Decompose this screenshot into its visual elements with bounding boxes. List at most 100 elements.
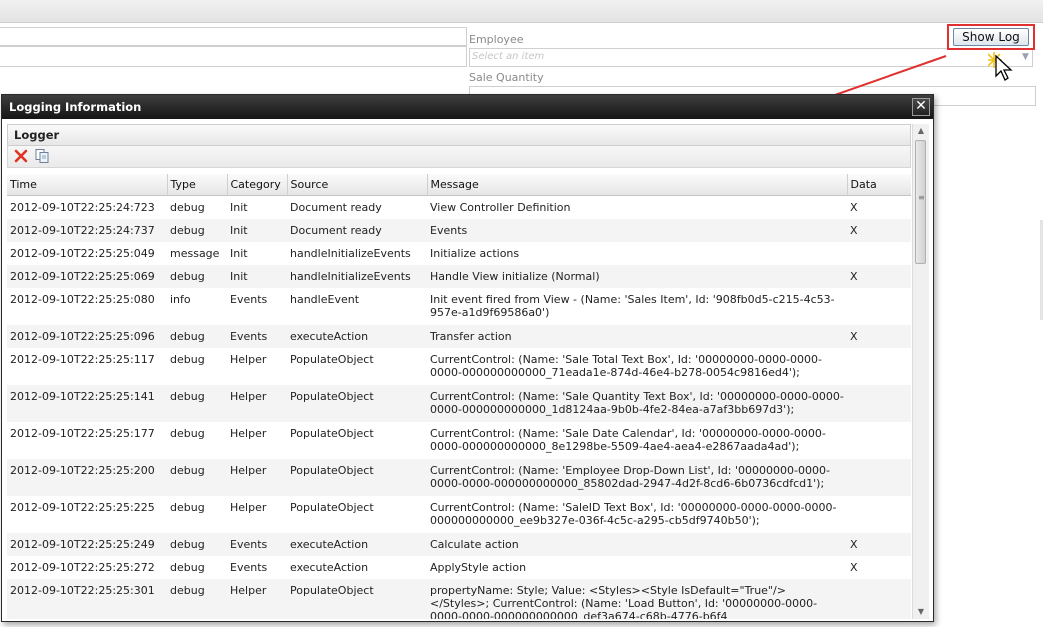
table-row[interactable]: 2012-09-10T22:25:25:200 debug Helper Popula…	[7, 458, 911, 496]
column-header-message[interactable]: Message	[427, 174, 848, 196]
cell-source: Document ready	[290, 201, 382, 214]
cell-time: 2012-09-10T22:25:25:069	[7, 264, 167, 288]
cell-source: Document ready	[287, 218, 427, 242]
table-row[interactable]: 2012-09-10T22:25:24:723 debug Init Document…	[7, 196, 911, 219]
cell-time: 2012-09-10T22:25:25:301	[7, 578, 167, 619]
cell-source: executeAction	[290, 560, 369, 574]
cell-time: 2012-09-10T22:25:24:723	[10, 201, 155, 214]
scrollbar-thumb[interactable]: ≡	[915, 140, 926, 264]
column-header-type[interactable]: Type	[167, 174, 228, 196]
cell-source: PopulateObject	[287, 458, 427, 496]
column-header-data[interactable]: Data	[847, 174, 911, 196]
cell-category: Init	[227, 218, 287, 242]
table-row[interactable]: 2012-09-10T22:25:25:096 debug Events execut…	[7, 324, 911, 348]
table-header-row: Time Type Category Source Message Data	[7, 174, 911, 196]
cell-type: info	[170, 292, 191, 306]
close-icon[interactable]: ✕	[912, 98, 930, 116]
cell-source: PopulateObject	[287, 578, 427, 619]
column-header-time[interactable]: Time	[7, 174, 168, 196]
cell-data	[847, 288, 911, 325]
cell-source: PopulateObject	[287, 384, 427, 422]
cell-type: debug	[170, 352, 205, 366]
cell-message: propertyName: Style; Value: <Styles><Sty…	[427, 578, 847, 619]
cell-message: Initialize actions	[430, 246, 520, 260]
copy-icon[interactable]	[34, 148, 50, 164]
cell-message: View Controller Definition	[430, 201, 571, 214]
cell-category: Init	[230, 201, 248, 214]
table-row[interactable]: 2012-09-10T22:25:25:069 debug Init handleIn…	[7, 264, 911, 288]
table-row[interactable]: 2012-09-10T22:25:25:141 debug Helper Popula…	[7, 384, 911, 422]
delete-icon[interactable]	[13, 148, 29, 164]
table-row[interactable]: 2012-09-10T22:25:25:225 debug Helper Popula…	[7, 496, 911, 533]
cell-type: debug	[170, 500, 205, 514]
cell-type: debug	[167, 532, 227, 556]
cell-source: PopulateObject	[290, 352, 374, 366]
cell-data: X	[847, 324, 911, 348]
cell-source: handleInitializeEvents	[290, 246, 411, 260]
cell-time: 2012-09-10T22:25:25:177	[10, 426, 155, 440]
cell-category: Helper	[227, 578, 287, 619]
cell-time: 2012-09-10T22:25:25:117	[10, 352, 155, 366]
cell-category: Helper	[230, 426, 267, 440]
table-row[interactable]: 2012-09-10T22:25:25:080 info Events handleE…	[7, 288, 911, 325]
cell-data: X	[847, 532, 911, 556]
cell-time: 2012-09-10T22:25:25:225	[10, 500, 155, 514]
cell-category: Helper	[227, 458, 287, 496]
cell-data	[847, 496, 911, 533]
cell-message: Init event fired from View - (Name: 'Sal…	[430, 292, 835, 319]
cell-type: debug	[167, 264, 227, 288]
cell-time: 2012-09-10T22:25:25:096	[7, 324, 167, 348]
log-grid: Time Type Category Source Message Data 2…	[7, 174, 911, 619]
cell-category: Helper	[230, 500, 267, 514]
log-table: Time Type Category Source Message Data 2…	[7, 174, 911, 619]
cell-message: Events	[427, 218, 847, 242]
table-row[interactable]: 2012-09-10T22:25:25:249 debug Events execut…	[7, 532, 911, 556]
logging-dialog: Logging Information ✕ Logger Time Type C…	[1, 94, 934, 622]
table-row[interactable]: 2012-09-10T22:25:25:117 debug Helper Popula…	[7, 348, 911, 385]
cell-type: debug	[167, 324, 227, 348]
table-row[interactable]: 2012-09-10T22:25:25:177 debug Helper Popula…	[7, 422, 911, 459]
cell-message: Transfer action	[427, 324, 847, 348]
cell-data: X	[850, 560, 858, 574]
cell-time: 2012-09-10T22:25:25:049	[10, 246, 155, 260]
column-header-source[interactable]: Source	[287, 174, 428, 196]
cell-message: CurrentControl: (Name: 'SaleID Text Box'…	[430, 500, 837, 527]
cell-category: Events	[227, 532, 287, 556]
cell-data	[847, 422, 911, 459]
cell-category: Helper	[230, 352, 267, 366]
table-row[interactable]: 2012-09-10T22:25:25:301 debug Helper Popula…	[7, 578, 911, 619]
cell-data: X	[847, 218, 911, 242]
scroll-up-icon[interactable]: ▲	[913, 124, 929, 138]
cell-message: ApplyStyle action	[430, 560, 527, 574]
cell-data	[847, 458, 911, 496]
cell-data	[847, 348, 911, 385]
dialog-title: Logging Information	[2, 95, 933, 119]
mouse-cursor-icon	[988, 52, 1013, 81]
cell-category: Init	[227, 264, 287, 288]
cell-time: 2012-09-10T22:25:25:272	[10, 560, 155, 574]
grip-icon: ≡	[918, 193, 925, 202]
cell-type: debug	[167, 384, 227, 422]
cell-time: 2012-09-10T22:25:24:737	[7, 218, 167, 242]
scroll-down-icon[interactable]: ▼	[913, 605, 929, 619]
column-header-category[interactable]: Category	[227, 174, 288, 196]
cell-type: debug	[167, 578, 227, 619]
cell-data	[847, 384, 911, 422]
cell-source: executeAction	[287, 324, 427, 348]
vertical-scrollbar[interactable]: ▲ ≡ ▼	[912, 124, 929, 619]
cell-category: Init	[230, 246, 248, 260]
cell-data: X	[847, 264, 911, 288]
cell-data	[847, 578, 911, 619]
cell-type: debug	[170, 201, 205, 214]
cell-data: X	[850, 201, 858, 214]
cell-category: Events	[230, 292, 268, 306]
cell-category: Helper	[227, 384, 287, 422]
cell-source: PopulateObject	[290, 500, 374, 514]
logger-panel-title: Logger	[7, 124, 911, 146]
table-row[interactable]: 2012-09-10T22:25:25:272 debug Events execut…	[7, 556, 911, 579]
cell-time: 2012-09-10T22:25:25:249	[7, 532, 167, 556]
table-row[interactable]: 2012-09-10T22:25:25:049 message Init handle…	[7, 242, 911, 265]
table-row[interactable]: 2012-09-10T22:25:24:737 debug Init Document…	[7, 218, 911, 242]
cell-message: CurrentControl: (Name: 'Sale Total Text …	[430, 352, 823, 379]
cell-type: debug	[170, 560, 205, 574]
